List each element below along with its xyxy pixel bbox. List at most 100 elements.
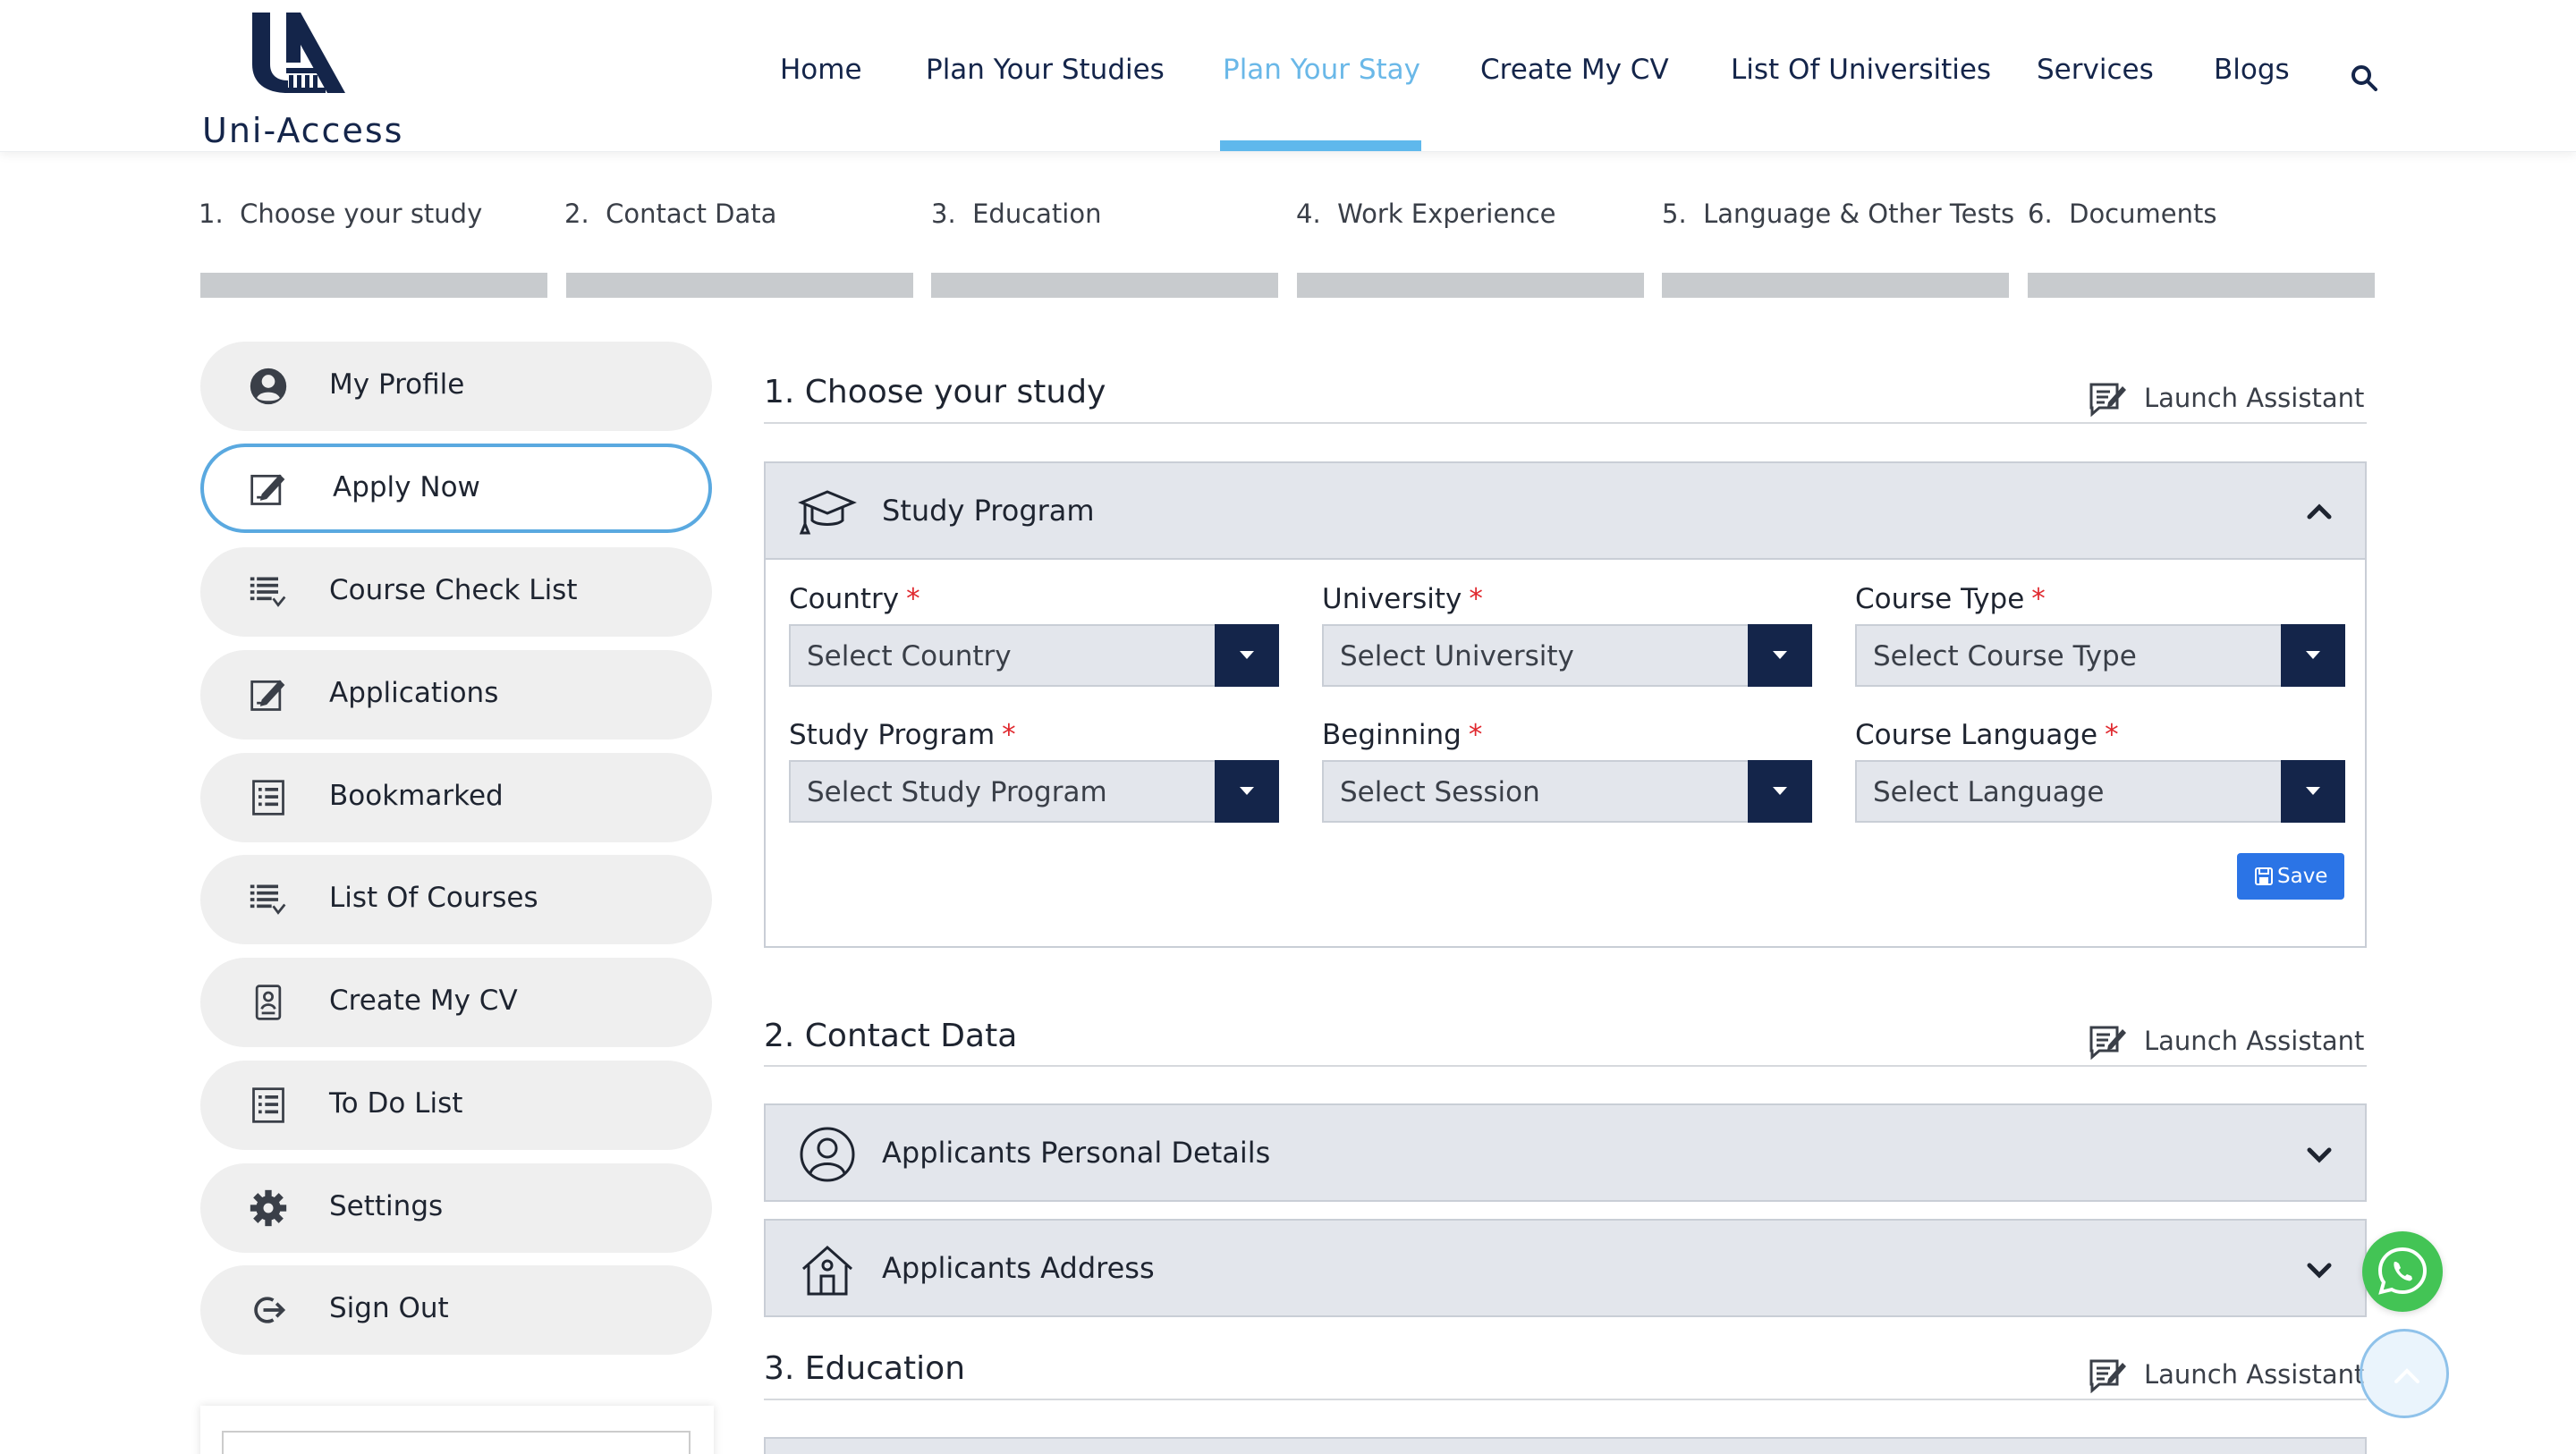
nav-create-my-cv[interactable]: Create My CV [1480, 54, 1669, 86]
sidebar-item-label: My Profile [329, 368, 465, 401]
dropdown-caret-icon[interactable] [1748, 624, 1812, 687]
select-placeholder: Select University [1340, 640, 1574, 672]
launch-assistant-label: Launch Assistant [2144, 1359, 2365, 1390]
accordion-personal-details[interactable]: Applicants Personal Details [764, 1103, 2367, 1202]
accordion-address[interactable]: Applicants Address [764, 1219, 2367, 1317]
step-number: 5. [1662, 199, 1687, 229]
back-to-top-button[interactable] [2360, 1329, 2449, 1418]
assistant-icon [2089, 1026, 2126, 1060]
dropdown-caret-icon[interactable] [1215, 624, 1279, 687]
dropdown-caret-icon[interactable] [2281, 624, 2345, 687]
brand-logo[interactable]: Uni-Access [199, 11, 413, 150]
field-label-text: Course Type [1855, 583, 2025, 615]
whatsapp-button[interactable] [2362, 1231, 2443, 1312]
country-select[interactable]: Select Country [789, 624, 1279, 687]
section-divider [764, 1399, 2367, 1400]
whatsapp-icon [2377, 1247, 2428, 1295]
step-2[interactable]: 2. Contact Data [564, 199, 776, 229]
university-label: University * [1322, 583, 1483, 615]
nav-services[interactable]: Services [2037, 54, 2154, 86]
sidebar-item-list-of-courses[interactable]: List Of Courses [200, 855, 712, 944]
chevron-up-icon[interactable] [2304, 497, 2334, 528]
field-label-text: Study Program [789, 719, 996, 751]
launch-assistant-label: Launch Assistant [2144, 1026, 2365, 1056]
home-icon [802, 1245, 852, 1296]
search-icon[interactable] [2351, 64, 2377, 91]
step-bar-3 [931, 273, 1278, 298]
step-label: Work Experience [1337, 199, 1556, 229]
step-number: 3. [931, 199, 956, 229]
sidebar-item-course-check-list[interactable]: Course Check List [200, 547, 712, 637]
edit-icon [250, 680, 285, 711]
required-mark: * [1468, 719, 1483, 751]
sidebar-item-applications[interactable]: Applications [200, 650, 712, 740]
field-label-text: University [1322, 583, 1462, 615]
select-placeholder: Select Study Program [807, 776, 1107, 808]
checklist-icon [250, 884, 286, 915]
section-divider [764, 1065, 2367, 1067]
step-bar-2 [566, 273, 913, 298]
step-1[interactable]: 1. Choose your study [199, 199, 482, 229]
top-header: Uni-Access Home Plan Your Studies Plan Y… [0, 0, 2576, 152]
chevron-down-icon[interactable] [2304, 1255, 2334, 1285]
sidebar-item-label: Course Check List [329, 574, 578, 606]
step-bar-1 [200, 273, 547, 298]
sidebar-item-apply-now[interactable]: Apply Now [200, 444, 712, 533]
step-5[interactable]: 5. Language & Other Tests [1662, 199, 2014, 229]
launch-assistant-button[interactable]: Launch Assistant [2089, 379, 2364, 418]
sidebar-item-to-do-list[interactable]: To Do List [200, 1061, 712, 1150]
step-6[interactable]: 6. Documents [2028, 199, 2216, 229]
nav-plan-your-stay[interactable]: Plan Your Stay [1223, 54, 1420, 86]
dropdown-caret-icon[interactable] [2281, 760, 2345, 823]
save-label: Save [2277, 865, 2328, 888]
required-mark: * [906, 583, 920, 615]
page-root: Uni-Access Home Plan Your Studies Plan Y… [0, 0, 2576, 1454]
sidebar-item-label: Settings [329, 1190, 444, 1222]
course-language-select[interactable]: Select Language [1855, 760, 2345, 823]
required-mark: * [2031, 583, 2046, 615]
university-select[interactable]: Select University [1322, 624, 1812, 687]
beginning-select[interactable]: Select Session [1322, 760, 1812, 823]
step-4[interactable]: 4. Work Experience [1296, 199, 1556, 229]
dropdown-caret-icon[interactable] [1215, 760, 1279, 823]
floppy-disk-icon [2255, 867, 2273, 885]
required-mark: * [2105, 719, 2119, 751]
nav-plan-your-studies[interactable]: Plan Your Studies [926, 54, 1165, 86]
select-placeholder: Select Course Type [1873, 640, 2137, 672]
launch-assistant-button[interactable]: Launch Assistant [2089, 1022, 2365, 1061]
sidebar-item-label: To Do List [329, 1087, 463, 1120]
sidebar-item-bookmarked[interactable]: Bookmarked [200, 753, 712, 842]
step-label: Choose your study [240, 199, 483, 229]
graduation-cap-icon [798, 490, 857, 535]
sidebar-item-sign-out[interactable]: Sign Out [200, 1265, 712, 1355]
user-circle-icon [250, 368, 287, 405]
step-bar-6 [2028, 273, 2375, 298]
sidebar-item-settings[interactable]: Settings [200, 1163, 712, 1253]
nav-home[interactable]: Home [780, 54, 862, 86]
sidebar-card-input[interactable] [222, 1431, 691, 1454]
nav-list-of-universities[interactable]: List Of Universities [1731, 54, 1991, 86]
field-label-text: Country [789, 583, 900, 615]
accordion-study-program[interactable]: Study Program [764, 461, 2367, 560]
accordion-education[interactable] [764, 1437, 2367, 1454]
launch-assistant-button[interactable]: Launch Assistant [2089, 1356, 2365, 1395]
save-button[interactable]: Save [2237, 853, 2344, 900]
step-label: Contact Data [606, 199, 777, 229]
country-label: Country * [789, 583, 920, 615]
sign-out-icon [254, 1297, 286, 1323]
sidebar-item-create-my-cv[interactable]: Create My CV [200, 958, 712, 1047]
step-number: 1. [199, 199, 224, 229]
dropdown-caret-icon[interactable] [1748, 760, 1812, 823]
nav-blogs[interactable]: Blogs [2214, 54, 2290, 86]
university-logo-icon [252, 13, 345, 93]
section-title-contact-data: 2. Contact Data [764, 1018, 1018, 1054]
brand-name: Uni-Access [202, 111, 404, 150]
step-3[interactable]: 3. Education [931, 199, 1102, 229]
chevron-down-icon[interactable] [2304, 1139, 2334, 1170]
course-type-select[interactable]: Select Course Type [1855, 624, 2345, 687]
study-program-select[interactable]: Select Study Program [789, 760, 1279, 823]
required-mark: * [1469, 583, 1483, 615]
select-placeholder: Select Country [807, 640, 1012, 672]
accordion-title: Study Program [882, 494, 1095, 528]
sidebar-item-my-profile[interactable]: My Profile [200, 342, 712, 431]
